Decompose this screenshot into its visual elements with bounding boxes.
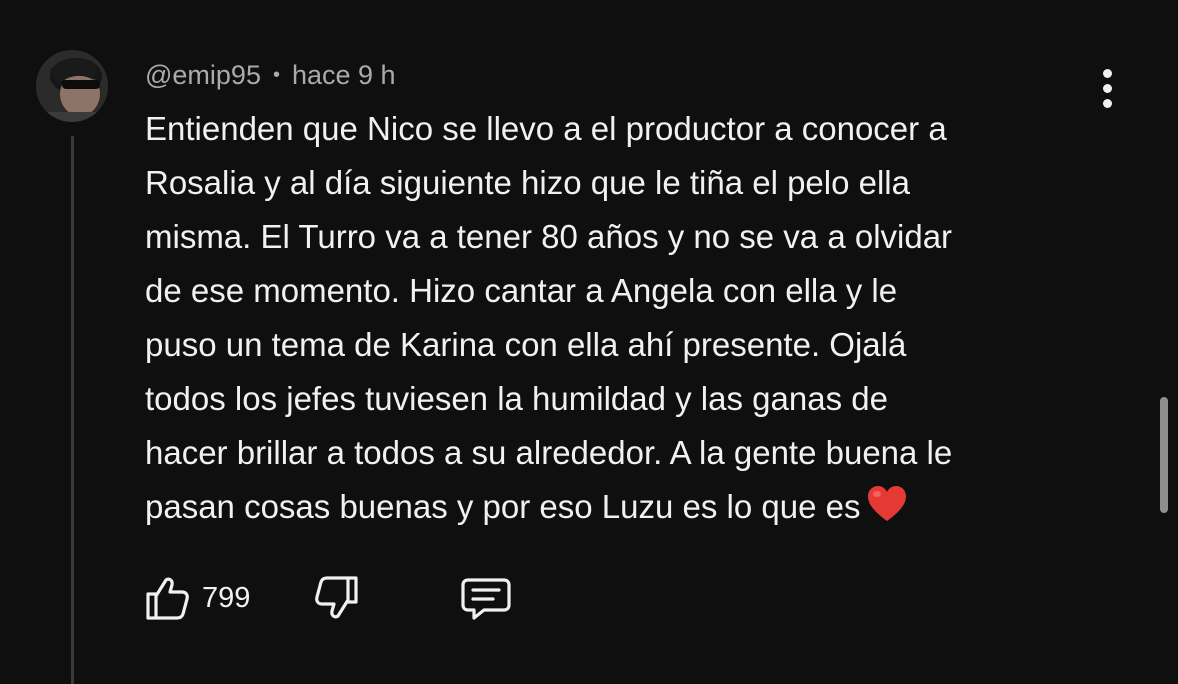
comment-line: Entienden que Nico se llevo a el product…: [145, 110, 947, 147]
comment-line: todos los jefes tuviesen la humildad y l…: [145, 380, 888, 417]
comment-body: Entienden que Nico se llevo a el product…: [145, 102, 1105, 540]
comment-line: pasan cosas buenas y por eso Luzu es lo …: [145, 488, 861, 525]
comment-line: puso un tema de Karina con ella ahí pres…: [145, 326, 907, 363]
avatar-image: [36, 50, 108, 122]
comment-header: @emip95 • hace 9 h: [145, 58, 396, 92]
thread-line: [71, 136, 74, 684]
like-button[interactable]: 799: [140, 570, 250, 626]
comment-thread: @emip95 • hace 9 h Entienden que Nico se…: [0, 0, 1178, 684]
more-vert-icon: [1102, 68, 1112, 78]
like-count: 799: [202, 581, 251, 614]
meta-separator: •: [272, 63, 280, 86]
comment-line: Rosalia y al día siguiente hizo que le t…: [145, 164, 910, 201]
comment-line: hacer brillar a todos a su alrededor. A …: [145, 434, 953, 471]
reply-button[interactable]: [458, 570, 514, 626]
comment-timestamp[interactable]: hace 9 h: [292, 60, 396, 91]
dislike-button[interactable]: [312, 570, 364, 626]
red-heart-icon: [866, 484, 908, 540]
comment-line: de ese momento. Hizo cantar a Angela con…: [145, 272, 898, 309]
more-vert-icon-dot: [1102, 98, 1112, 108]
more-options-button[interactable]: [1088, 62, 1126, 114]
thumb-down-icon: [315, 576, 358, 619]
scrollbar-thumb[interactable]: [1160, 397, 1168, 513]
comment-line: misma. El Turro va a tener 80 años y no …: [145, 218, 953, 255]
thumb-up-icon: [146, 577, 189, 620]
more-vert-icon-dot: [1102, 83, 1112, 93]
comment-reply-icon: [461, 578, 511, 620]
avatar[interactable]: [36, 50, 108, 122]
author-name[interactable]: @emip95: [145, 60, 261, 91]
